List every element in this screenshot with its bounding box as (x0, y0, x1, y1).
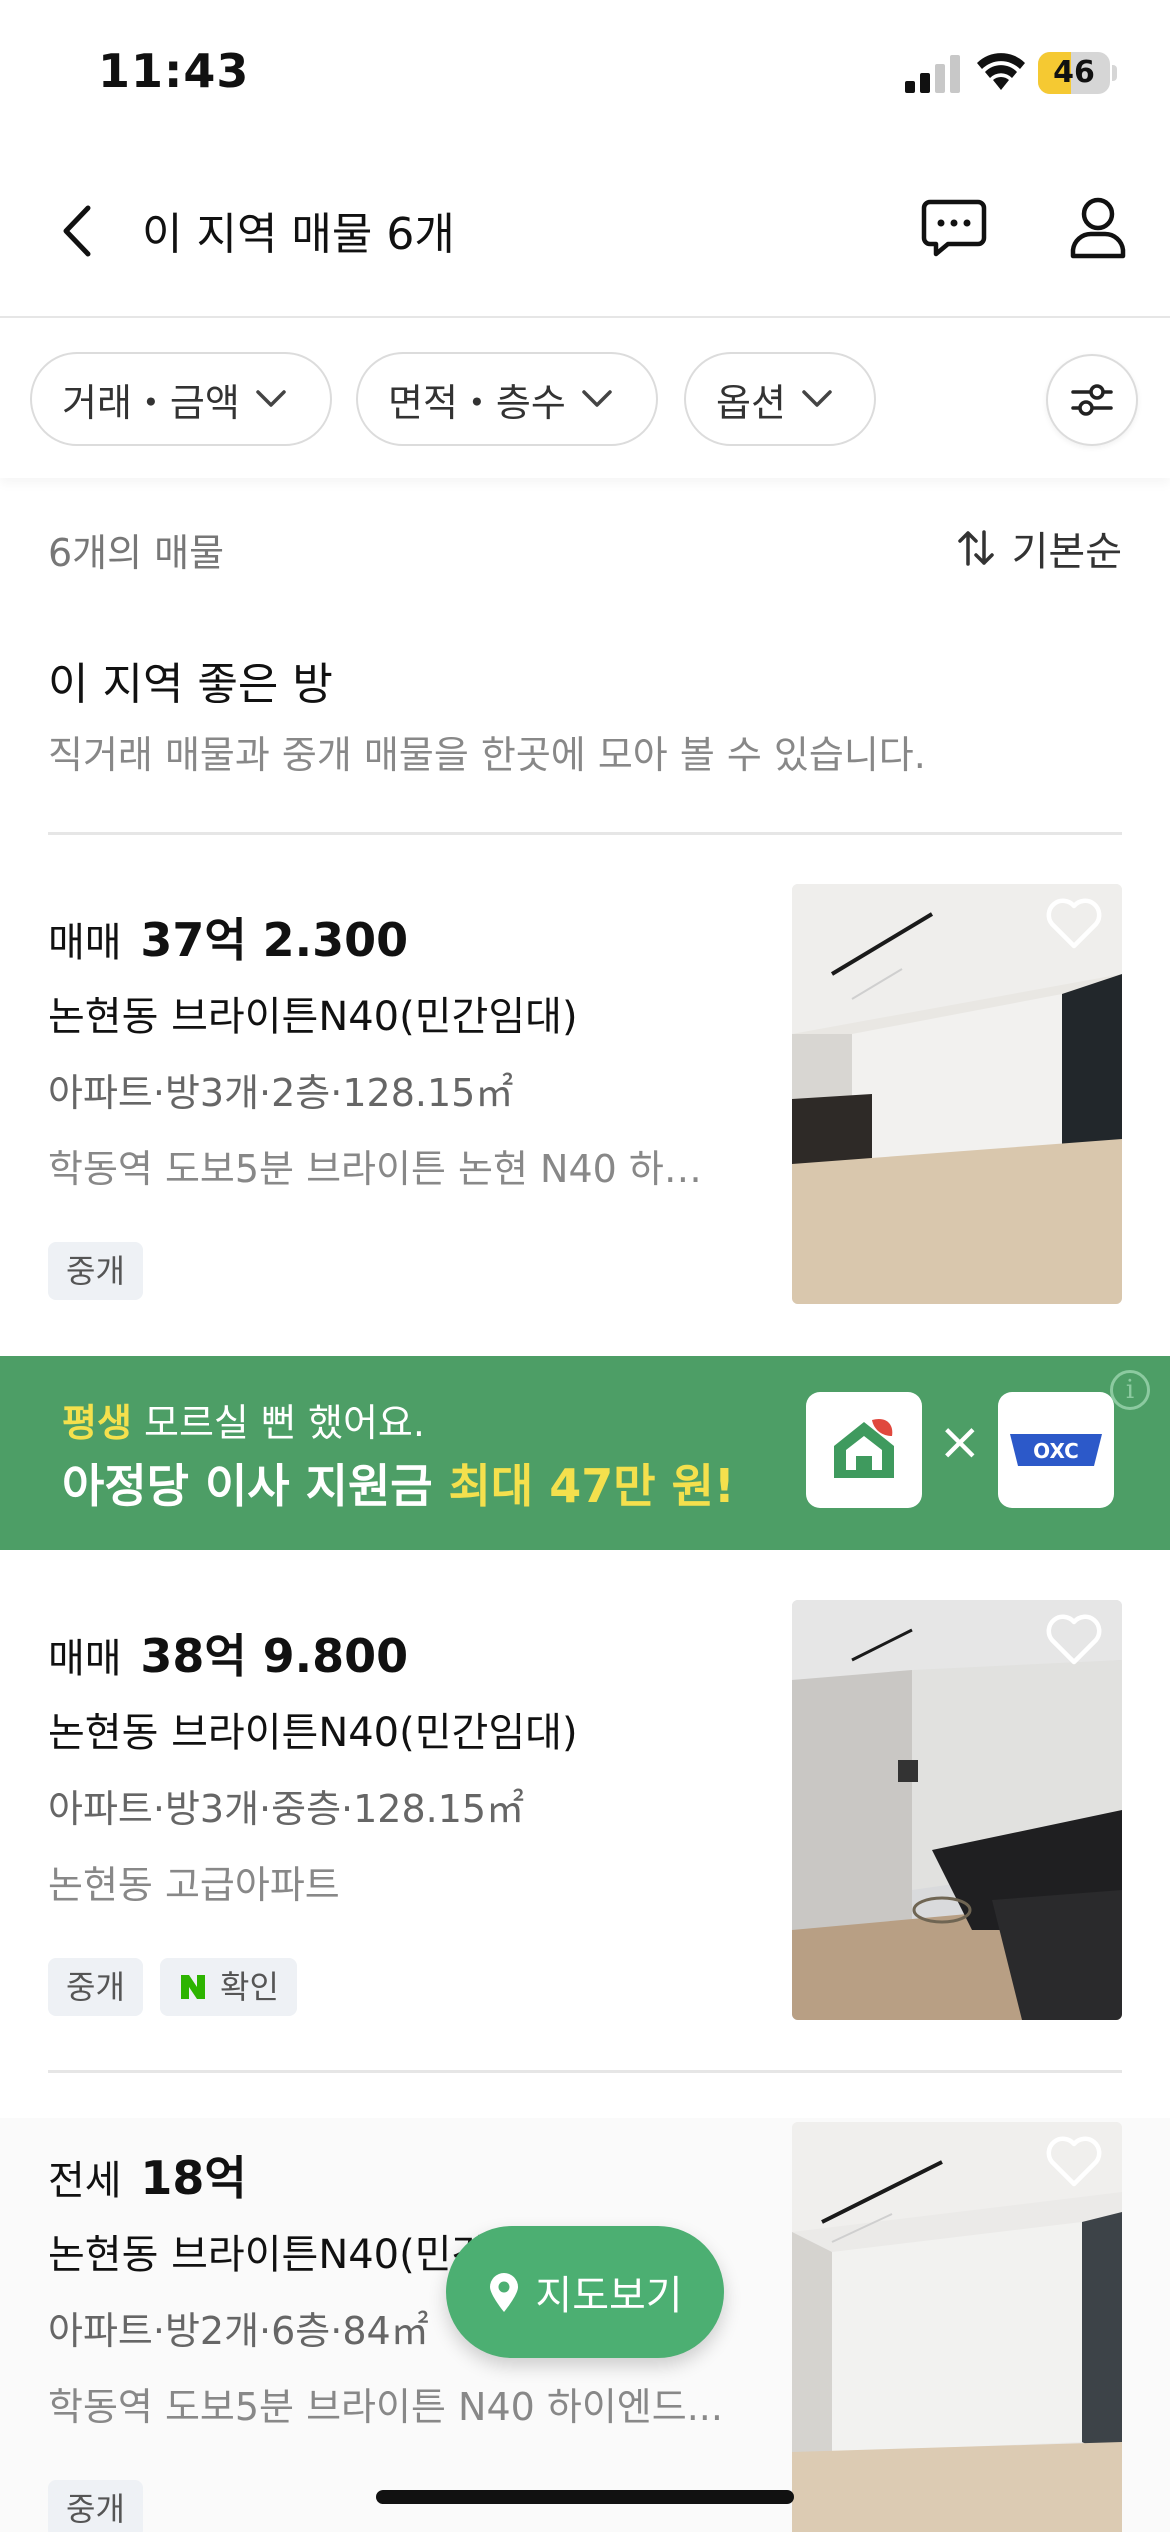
listing-deal: 매매 37억 2.300 (48, 904, 408, 970)
sort-arrows-icon (957, 530, 994, 566)
filter-chip-area-floor[interactable]: 면적・층수 (356, 352, 658, 446)
listing-description: 논현동 고급아파트 (48, 1863, 340, 1907)
listing-meta: 아파트·방3개·중층·128.15㎡ (48, 1787, 525, 1831)
deal-type: 전세 (48, 2158, 122, 2204)
listing-meta: 아파트·방3개·2층·128.15㎡ (48, 1071, 514, 1115)
listing-deal: 매매 38억 9.800 (48, 1620, 408, 1686)
listing-description: 학동역 도보5분 브라이튼 논현 N40 하… (48, 1147, 702, 1191)
listing-price: 18억 (140, 2151, 247, 2205)
status-time: 11:43 (98, 44, 250, 98)
tag-verified-label: 확인 (220, 1968, 279, 2006)
back-button[interactable] (48, 196, 108, 266)
sliders-icon (1071, 384, 1113, 416)
favorite-heart-icon[interactable] (1044, 2134, 1104, 2190)
promo-banner[interactable]: 평생 모르실 뻔 했어요. 아정당 이사 지원금 최대 47만 원! × OXC… (0, 1356, 1170, 1550)
page-title: 이 지역 매물 6개 (142, 209, 455, 260)
chevron-down-icon (582, 390, 612, 407)
tag-broker: 중개 (48, 1242, 143, 1300)
location-pin-icon (490, 2273, 519, 2312)
section-subtitle: 직거래 매물과 중개 매물을 한곳에 모아 볼 수 있습니다. (48, 733, 926, 777)
chevron-down-icon (802, 390, 832, 407)
filter-chip-options[interactable]: 옵션 (684, 352, 876, 446)
filter-chip-deal-price[interactable]: 거래・금액 (30, 352, 332, 446)
deal-type: 매매 (48, 1636, 122, 1682)
cellular-signal-icon (905, 55, 960, 93)
divider (48, 2070, 1122, 2073)
nav-bar: 이 지역 매물 6개 (0, 150, 1170, 318)
battery-icon: 46 (1038, 52, 1118, 94)
banner-text: 모르실 뻔 했어요. (131, 1401, 425, 1445)
battery-percent: 46 (1053, 55, 1095, 90)
chevron-down-icon (256, 390, 286, 407)
partner-logo-text: OXC (1033, 1439, 1079, 1463)
banner-times-symbol: × (938, 1412, 982, 1472)
filter-bar: 거래・금액 면적・층수 옵션 (0, 318, 1170, 478)
tag-broker: 중개 (48, 1958, 143, 2016)
sort-label: 기본순 (1011, 529, 1122, 575)
listing-description: 학동역 도보5분 브라이튼 N40 하이엔드... (48, 2385, 723, 2429)
status-bar: 11:43 46 (0, 0, 1170, 150)
list-header: 6개의 매물 기본순 (48, 522, 1122, 578)
listing-count: 6개의 매물 (48, 531, 225, 575)
favorite-heart-icon[interactable] (1044, 1612, 1104, 1668)
tag-broker: 중개 (48, 2480, 143, 2532)
favorite-heart-icon[interactable] (1044, 896, 1104, 952)
naver-n-icon (181, 1975, 205, 1999)
listing-card[interactable]: 매매 37억 2.300 논현동 브라이튼N40(민간임대) 아파트·방3개·2… (0, 880, 1170, 1320)
sort-button[interactable]: 기본순 (956, 522, 1122, 575)
listing-name: 논현동 브라이튼N40(민간임대) (48, 1710, 578, 1756)
listing-card[interactable]: 매매 38억 9.800 논현동 브라이튼N40(민간임대) 아파트·방3개·중… (0, 1596, 1170, 2036)
listing-deal: 전세 18억 (48, 2142, 247, 2208)
chat-icon[interactable] (920, 196, 988, 260)
partner-logo: OXC (998, 1392, 1114, 1508)
filter-settings-button[interactable] (1046, 354, 1138, 446)
listing-name: 논현동 브라이튼N40(민간임대) (48, 994, 578, 1040)
house-logo-icon (806, 1392, 922, 1508)
banner-headline: 아정당 이사 지원금 (62, 1459, 449, 1513)
wifi-icon (977, 53, 1025, 90)
listing-price: 38억 9.800 (140, 1629, 409, 1683)
banner-line1: 평생 모르실 뻔 했어요. (62, 1392, 425, 1447)
tag-verified: 확인 (160, 1958, 297, 2016)
filter-chip-label: 옵션 (716, 380, 786, 425)
banner-highlight: 평생 (62, 1401, 132, 1445)
filter-chip-label: 거래・금액 (62, 380, 240, 425)
listing-name: 논현동 브라이튼N40(민간 (48, 2232, 489, 2278)
home-indicator (376, 2490, 794, 2504)
map-button-label: 지도보기 (535, 2273, 683, 2319)
info-icon[interactable]: i (1110, 1370, 1150, 1410)
banner-line2: 아정당 이사 지원금 최대 47만 원! (62, 1450, 735, 1516)
listing-price: 37억 2.300 (140, 913, 409, 967)
filter-chip-label: 면적・층수 (388, 380, 566, 425)
section-title: 이 지역 좋은 방 (48, 659, 333, 710)
listing-meta: 아파트·방2개·6층·84㎡ (48, 2309, 429, 2353)
banner-headline-highlight: 최대 47만 원! (448, 1459, 735, 1513)
profile-icon[interactable] (1068, 194, 1128, 262)
divider (48, 832, 1122, 835)
deal-type: 매매 (48, 920, 122, 966)
map-view-button[interactable]: 지도보기 (446, 2226, 724, 2358)
